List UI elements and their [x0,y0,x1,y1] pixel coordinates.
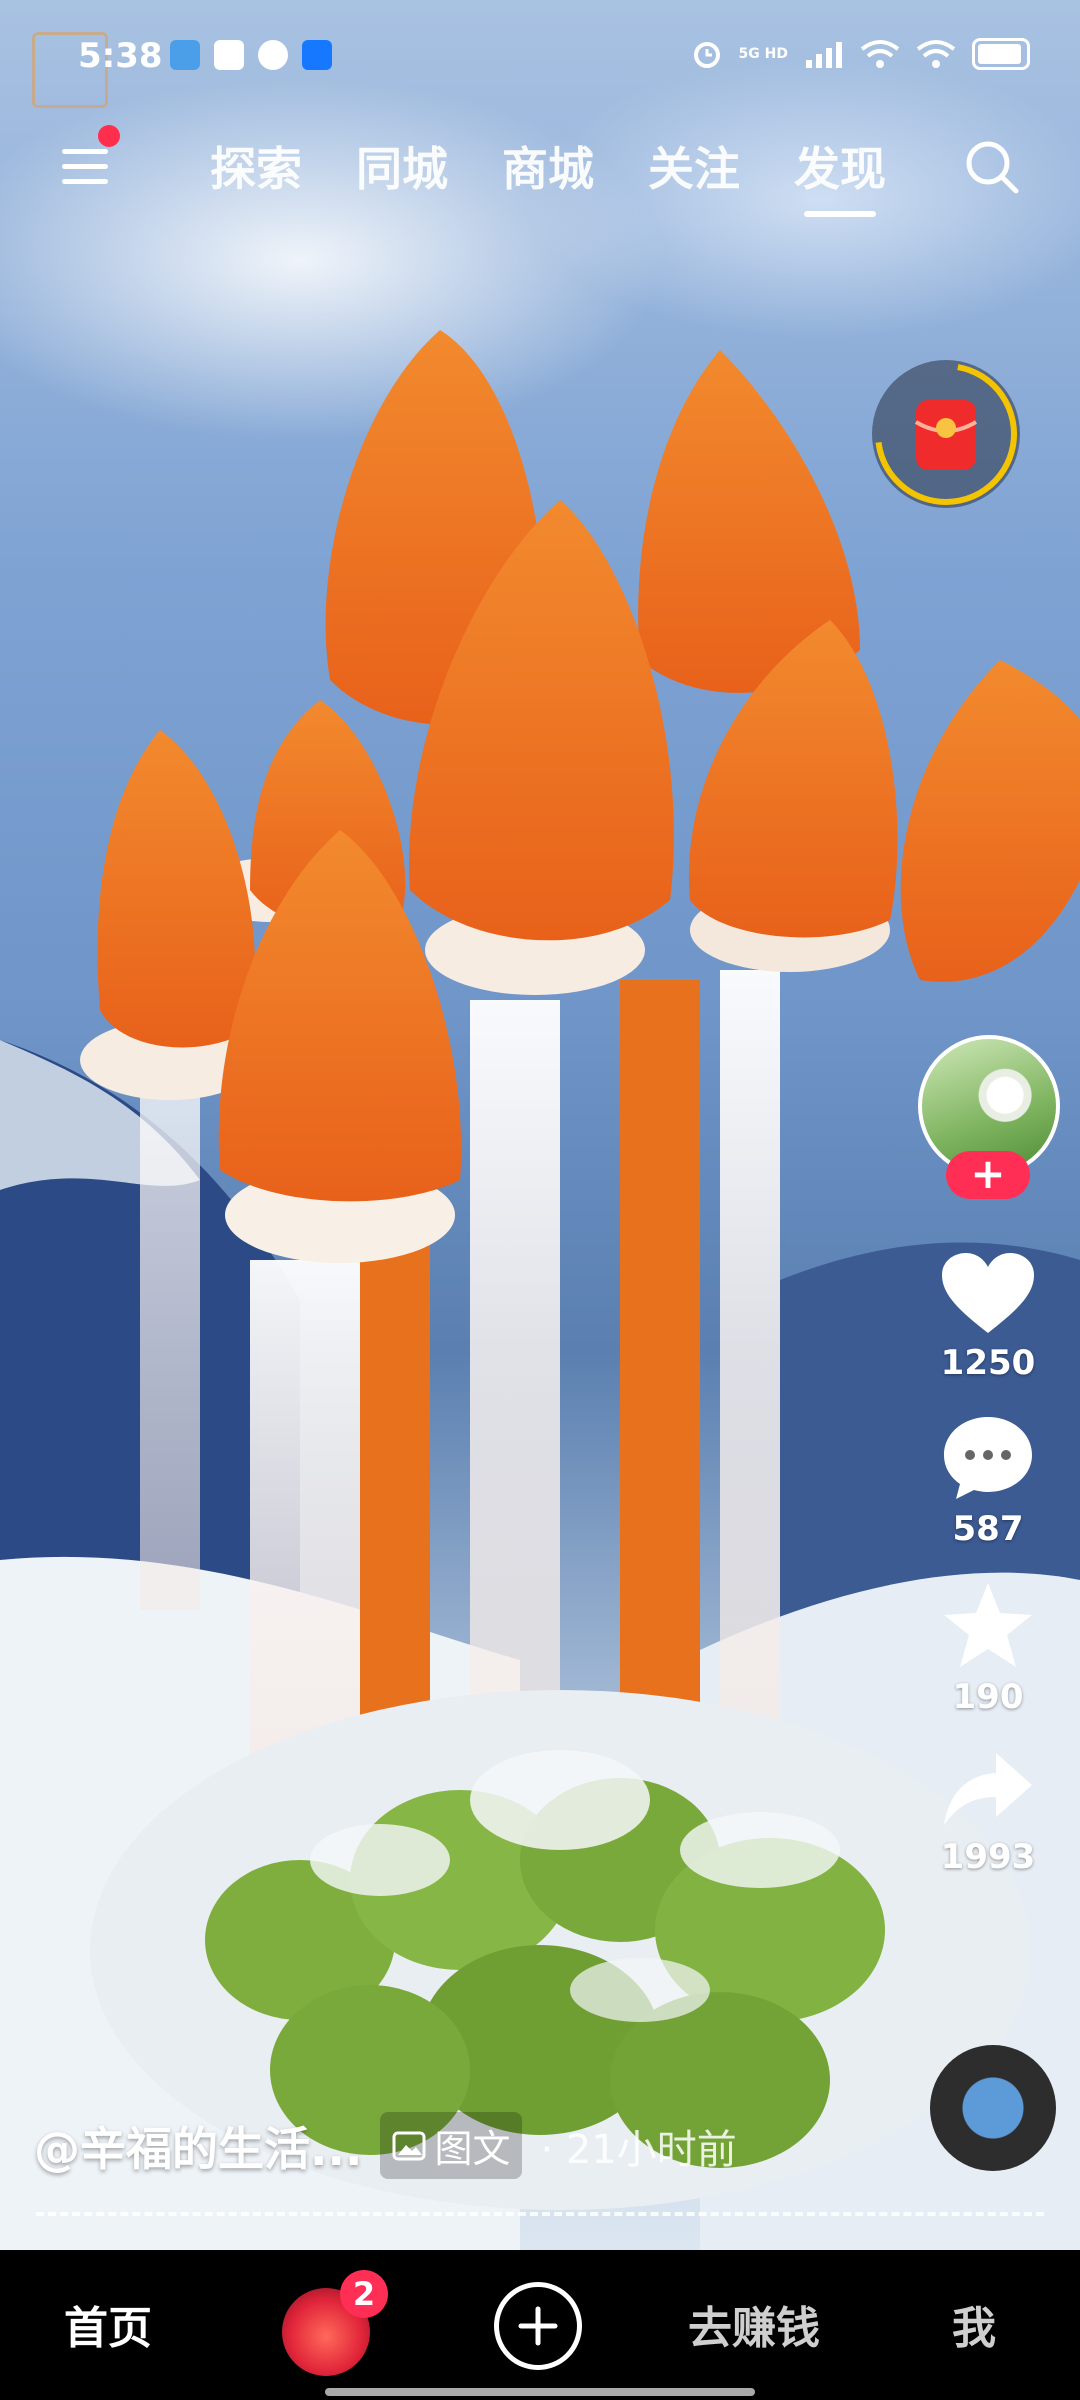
wifi-2-icon [916,40,956,68]
tab-mall[interactable]: 商城 [502,133,594,217]
comment-icon [944,1417,1032,1499]
like-action[interactable]: 1250 [918,1251,1058,1383]
star-icon [944,1583,1032,1667]
share-action[interactable]: 1993 [918,1747,1058,1877]
nav-home[interactable]: 首页 [64,2292,152,2356]
tab-nearby[interactable]: 同城 [356,133,448,217]
menu-button[interactable] [58,139,114,195]
pinwheel-icon [214,40,244,70]
bottom-nav: 首页 2 去赚钱 我 [0,2250,1080,2400]
menu-notification-dot [98,125,120,147]
alarm-icon [693,42,720,68]
tab-following[interactable]: 关注 [648,133,740,217]
tab-discover[interactable]: 发现 [794,133,886,217]
comment-count: 587 [952,1509,1024,1549]
feed-tabs: 探索 同城 商城 关注 发现 [210,133,886,217]
maps-icon [170,40,200,70]
friends-badge: 2 [340,2270,388,2318]
nav-me[interactable]: 我 [952,2292,996,2356]
post-type-label: 图文 [434,2127,511,2171]
search-icon[interactable] [962,137,1022,197]
home-indicator [325,2388,755,2396]
network-label: 5G HD [738,46,788,62]
status-bar: 5:38 5G HD [0,30,1080,108]
signal-icon [806,42,842,68]
red-packet-icon [875,363,1017,505]
progress-divider [36,2212,1044,2216]
message-icon [258,40,288,70]
heart-icon [942,1253,1034,1333]
nav-earn[interactable]: 去赚钱 [688,2292,820,2356]
music-disc-button[interactable] [930,2045,1056,2171]
follow-button[interactable]: + [946,1151,1030,1199]
top-nav: 探索 同城 商城 关注 发现 [0,125,1080,217]
red-packet-button[interactable] [872,360,1020,508]
tab-explore[interactable]: 探索 [210,133,302,217]
status-right: 5G HD [691,38,1030,70]
plus-icon [518,2306,558,2346]
alipay-icon [302,40,332,70]
post-time: · 21小时前 [540,2126,737,2173]
comment-action[interactable]: 587 [918,1413,1058,1549]
author-name[interactable]: @辛福的生活... [34,2113,362,2179]
wifi-icon [860,40,900,68]
create-button[interactable] [494,2282,582,2370]
share-arrow-icon [944,1753,1032,1825]
post-type-chip: 图文 [380,2112,523,2179]
video-caption: @辛福的生活... 图文 · 21小时前 [34,2112,737,2179]
share-count: 1993 [940,1837,1036,1877]
favorite-count: 190 [952,1677,1024,1717]
like-count: 1250 [940,1343,1036,1383]
favorite-action[interactable]: 190 [918,1579,1058,1717]
side-actions: + 1250 587 190 1993 [918,1035,1060,1877]
notification-icons [170,40,332,70]
image-icon [392,2131,426,2160]
battery-icon [972,38,1030,70]
status-time: 5:38 [78,36,163,76]
